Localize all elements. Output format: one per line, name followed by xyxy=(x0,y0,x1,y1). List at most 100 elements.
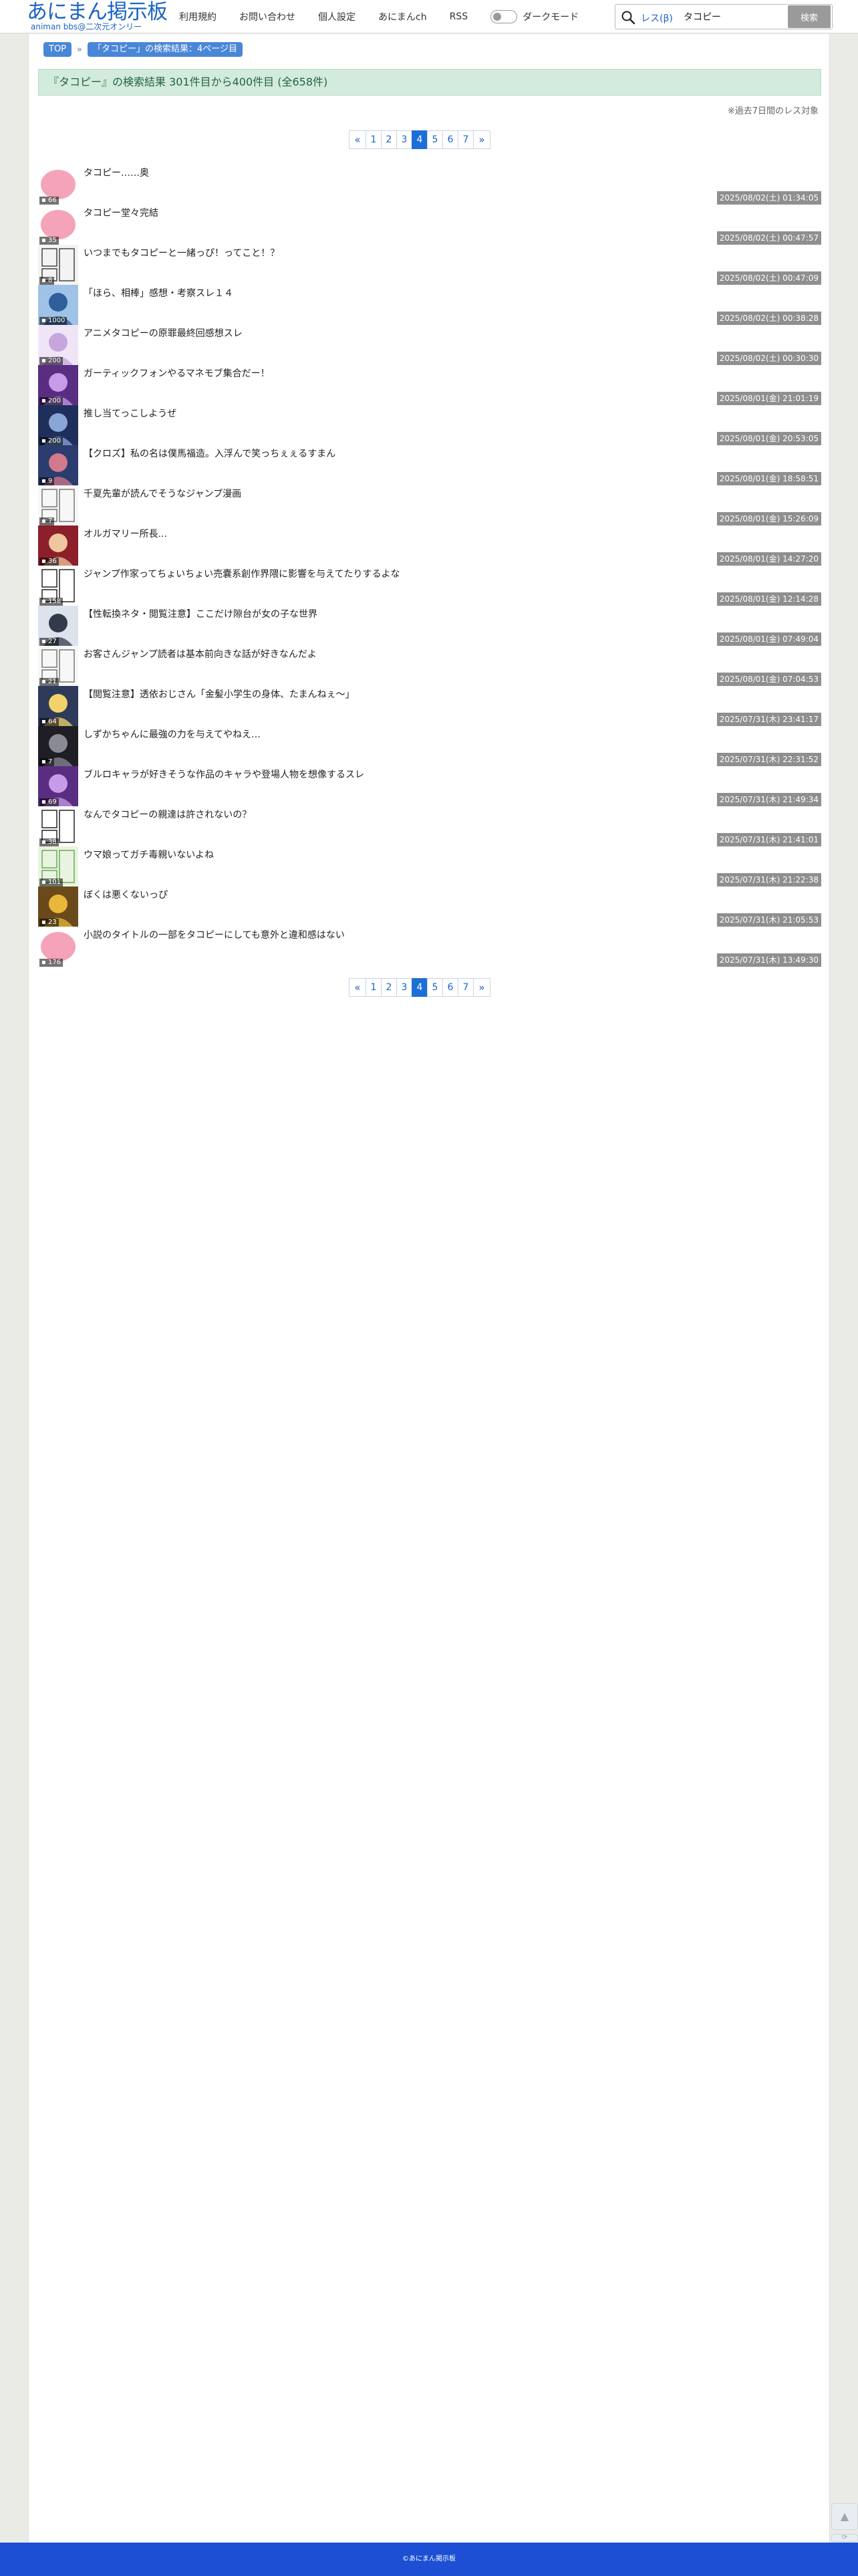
thread-thumbnail[interactable]: ▪ 69 xyxy=(38,766,78,806)
thread-thumbnail[interactable]: ▪ 200 xyxy=(38,365,78,405)
thread-thumbnail[interactable]: ▪ 7 xyxy=(38,726,78,766)
thread-title-link[interactable]: 推し当てっこしようぜ xyxy=(84,408,176,420)
thread-title-link[interactable]: タコピー堂々完結 xyxy=(84,207,158,219)
thread-thumbnail[interactable]: ▪ 35 xyxy=(38,205,78,245)
reply-count: 176 xyxy=(47,959,61,966)
page-link-2[interactable]: 2 xyxy=(381,130,397,149)
nav-contact[interactable]: お問い合わせ xyxy=(239,10,295,23)
thread-thumbnail[interactable]: ▪ 101 xyxy=(38,846,78,887)
thread-thumbnail[interactable]: ▪ 9 xyxy=(38,445,78,485)
page-link-7[interactable]: 7 xyxy=(458,130,474,149)
thread-row[interactable]: ▪ 8 いつまでもタコピーと一緒っぴ！ってこと！？ 2025/08/02(土) 00… xyxy=(38,245,821,285)
thread-row[interactable]: ▪ 35 タコピー堂々完結 2025/08/02(土) 00:47:57 xyxy=(38,205,821,245)
thread-thumbnail[interactable]: ▪ 27 xyxy=(38,606,78,646)
page-prev-button[interactable]: « xyxy=(349,130,366,149)
thread-row[interactable]: ▪ 7 しずかちゃんに最強の力を与えてやねえ… 2025/07/31(木) 22:3… xyxy=(38,726,821,766)
page-next-button[interactable]: » xyxy=(473,130,490,149)
thread-thumbnail[interactable]: ▪ 21 xyxy=(38,646,78,686)
breadcrumb-top[interactable]: TOP xyxy=(43,42,72,57)
thread-title-link[interactable]: アニメタコピーの原罪最終回感想スレ xyxy=(84,328,243,340)
page-link-6[interactable]: 6 xyxy=(442,130,458,149)
thread-thumbnail[interactable]: ▪ 7 xyxy=(38,485,78,525)
thread-title-link[interactable]: ジャンプ作家ってちょいちょい売嚢系創作界隈に影響を与えてたりするよな xyxy=(84,568,400,580)
thread-row[interactable]: ▪ 101 ウマ娘ってガチ毒親いないよね 2025/07/31(木) 21:22:3… xyxy=(38,846,821,887)
page-link-3[interactable]: 3 xyxy=(396,978,412,997)
thread-row[interactable]: ▪ 36 オルガマリー所長... 2025/08/01(金) 14:27:20 xyxy=(38,525,821,566)
thread-title-link[interactable]: しずかちゃんに最強の力を与えてやねえ… xyxy=(84,729,261,741)
thread-title-link[interactable]: オルガマリー所長... xyxy=(84,528,167,540)
nav-animanch[interactable]: あにまんch xyxy=(378,10,427,23)
thread-thumbnail[interactable]: ▪ 23 xyxy=(38,887,78,927)
thread-title-link[interactable]: ウマ娘ってガチ毒親いないよね xyxy=(84,849,214,861)
thread-title-link[interactable]: ブルロキャラが好きそうな作品のキャラや登場人物を想像するスレ xyxy=(84,769,364,781)
scroll-to-top-button[interactable]: ▲ xyxy=(831,2503,858,2530)
thread-title-link[interactable]: タコピー……奥 xyxy=(84,167,149,179)
dark-mode-toggle[interactable] xyxy=(490,10,518,23)
page-link-1[interactable]: 1 xyxy=(366,130,382,149)
thread-title-link[interactable]: 千夏先輩が読んでそうなジャンプ漫画 xyxy=(84,488,241,500)
thread-row[interactable]: ▪ 21 お客さんジャンプ読者は基本前向きな話が好きなんだよ 2025/08/01(… xyxy=(38,646,821,686)
thread-thumbnail[interactable]: ▪ 1000 xyxy=(38,285,78,325)
thread-title-link[interactable]: なんでタコピーの親達は許されないの？ xyxy=(84,809,251,821)
thread-row[interactable]: ▪ 9 【クロズ】私の名は僕馬福造。入浮んで笑っちぇぇるすまん 2025/08/01… xyxy=(38,445,821,485)
page-link-7[interactable]: 7 xyxy=(458,978,474,997)
thread-row[interactable]: ▪ 38 なんでタコピーの親達は許されないの？ 2025/07/31(木) 21:4… xyxy=(38,806,821,846)
search-input[interactable] xyxy=(680,7,786,26)
thread-row[interactable]: ▪ 200 アニメタコピーの原罪最終回感想スレ 2025/08/02(土) 00:3… xyxy=(38,325,821,365)
thread-date-badge: 2025/07/31(木) 21:22:38 xyxy=(716,873,821,887)
page-next-button[interactable]: » xyxy=(473,978,490,997)
thread-thumbnail[interactable]: ▪ 200 xyxy=(38,325,78,365)
page-link-6[interactable]: 6 xyxy=(442,978,458,997)
thread-thumbnail[interactable]: ▪ 200 xyxy=(38,405,78,445)
page-link-5[interactable]: 5 xyxy=(427,130,443,149)
thread-title-link[interactable]: ガーティックフォンやるマネモブ集合だー！ xyxy=(84,368,270,380)
thread-thumbnail[interactable]: ▪ 158 xyxy=(38,566,78,606)
thread-row[interactable]: ▪ 23 ぼくは悪くないっぴ 2025/07/31(木) 21:05:53 xyxy=(38,887,821,927)
thread-row[interactable]: ▪ 176 小説のタイトルの一部をタコピーにしても意外と違和感はない 2025/07… xyxy=(38,927,821,967)
search-scope-select[interactable]: レス(β) xyxy=(641,11,673,25)
thread-title-link[interactable]: 「ほら、相棒」感想・考察スレ１４ xyxy=(84,287,233,300)
page-link-5[interactable]: 5 xyxy=(427,978,443,997)
thread-thumbnail[interactable]: ▪ 38 xyxy=(38,806,78,846)
thread-row[interactable]: ▪ 27 【性転換ネタ・閲覧注意】ここだけ隙台が女の子な世界 2025/08/01(… xyxy=(38,606,821,646)
reply-count-badge: ▪ 200 xyxy=(39,397,63,405)
scroll-menu-icon[interactable]: ⟳ xyxy=(831,2534,858,2542)
reply-count-badge: ▪ 27 xyxy=(39,638,59,646)
global-nav: 利用規約 お問い合わせ 個人設定 あにまんch RSS ダークモード xyxy=(179,9,579,24)
thread-thumbnail[interactable]: ▪ 64 xyxy=(38,686,78,726)
nav-personal-settings[interactable]: 個人設定 xyxy=(318,10,355,23)
thread-title-link[interactable]: 【性転換ネタ・閲覧注意】ここだけ隙台が女の子な世界 xyxy=(84,608,317,620)
page-link-4-current[interactable]: 4 xyxy=(412,978,428,997)
thread-thumbnail[interactable]: ▪ 66 xyxy=(38,164,78,205)
page-link-1[interactable]: 1 xyxy=(366,978,382,997)
site-logo[interactable]: あにまん掲示板 animan bbs@二次元オンリー xyxy=(27,0,168,33)
page-prev-button[interactable]: « xyxy=(349,978,366,997)
thread-title-link[interactable]: ぼくは悪くないっぴ xyxy=(84,889,168,901)
thread-thumbnail[interactable]: ▪ 8 xyxy=(38,245,78,285)
thread-row[interactable]: ▪ 158 ジャンプ作家ってちょいちょい売嚢系創作界隈に影響を与えてたりするよな 2… xyxy=(38,566,821,606)
reply-count-badge: ▪ 8 xyxy=(39,277,55,285)
nav-rss[interactable]: RSS xyxy=(450,11,468,22)
thread-row[interactable]: ▪ 69 ブルロキャラが好きそうな作品のキャラや登場人物を想像するスレ 2025/0… xyxy=(38,766,821,806)
search-button[interactable]: 検索 xyxy=(788,5,831,28)
page-link-2[interactable]: 2 xyxy=(381,978,397,997)
thread-title-link[interactable]: お客さんジャンプ読者は基本前向きな話が好きなんだよ xyxy=(84,649,317,661)
thread-row[interactable]: ▪ 1000 「ほら、相棒」感想・考察スレ１４ 2025/08/02(土) 00:3… xyxy=(38,285,821,325)
thread-date-badge: 2025/08/01(金) 14:27:20 xyxy=(716,552,821,566)
nav-terms[interactable]: 利用規約 xyxy=(179,10,217,23)
thread-date-badge: 2025/08/01(金) 12:14:28 xyxy=(716,592,821,606)
thread-row[interactable]: ▪ 7 千夏先輩が読んでそうなジャンプ漫画 2025/08/01(金) 15:26:… xyxy=(38,485,821,525)
page-link-4-current[interactable]: 4 xyxy=(412,130,428,149)
thread-title-link[interactable]: いつまでもタコピーと一緒っぴ！ってこと！？ xyxy=(84,247,279,259)
thread-title-link[interactable]: 【閲覧注意】透依おじさん「金髪小学生の身体、たまんねぇ〜」 xyxy=(84,689,355,701)
thread-title-link[interactable]: 小説のタイトルの一部をタコピーにしても意外と違和感はない xyxy=(84,929,345,941)
thread-thumbnail[interactable]: ▪ 176 xyxy=(38,927,78,967)
thread-row[interactable]: ▪ 66 タコピー……奥 2025/08/02(土) 01:34:05 xyxy=(38,164,821,205)
thread-title-link[interactable]: 【クロズ】私の名は僕馬福造。入浮んで笑っちぇぇるすまん xyxy=(84,448,335,460)
thread-row[interactable]: ▪ 200 推し当てっこしようぜ 2025/08/01(金) 20:53:05 xyxy=(38,405,821,445)
thread-row[interactable]: ▪ 64 【閲覧注意】透依おじさん「金髪小学生の身体、たまんねぇ〜」 2025/07… xyxy=(38,686,821,726)
page-link-3[interactable]: 3 xyxy=(396,130,412,149)
breadcrumb-current[interactable]: 「タコピー」の検索結果：4ページ目 xyxy=(87,42,243,57)
thread-row[interactable]: ▪ 200 ガーティックフォンやるマネモブ集合だー！ 2025/08/01(金) 2… xyxy=(38,365,821,405)
thread-thumbnail[interactable]: ▪ 36 xyxy=(38,525,78,566)
